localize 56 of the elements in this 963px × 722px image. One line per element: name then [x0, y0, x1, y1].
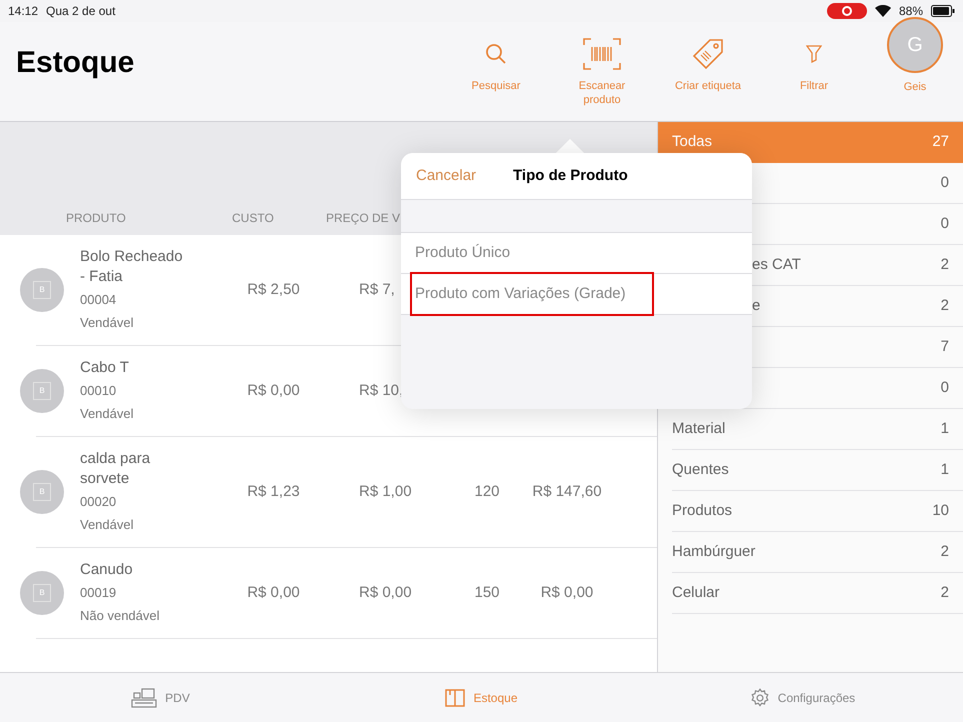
search-icon — [484, 42, 508, 66]
category-item[interactable]: Hambúrguer 2 — [672, 532, 963, 573]
product-status: Não vendável — [80, 607, 160, 625]
option-item[interactable]: Produto Único — [401, 233, 752, 274]
settings-icon — [750, 688, 770, 708]
battery-icon — [931, 5, 955, 17]
total-cell-text: R$ 147,60 — [531, 482, 603, 502]
product-status: Vendável — [80, 314, 134, 332]
toolbar-button[interactable]: Pesquisar — [451, 32, 541, 92]
price-cell-text: R$ 7, — [359, 280, 395, 300]
product-name: Bolo Recheado - Fatia — [80, 247, 184, 287]
product-code: 00019 — [80, 584, 118, 602]
product-code: 00010 — [80, 382, 118, 400]
category-item[interactable]: Celular 2 — [672, 573, 963, 614]
wifi-icon — [874, 5, 891, 17]
quantity-cell-text: 120 — [473, 482, 501, 502]
price-cell-text: R$ 0,00 — [359, 582, 412, 603]
product-code: 00004 — [80, 291, 118, 309]
status-time: 14:12 — [8, 3, 38, 20]
cost-cell-text: R$ 0,00 — [246, 380, 301, 401]
product-name: calda para sorvete — [80, 449, 152, 489]
toolbar-button[interactable]: Escanear produto — [557, 32, 647, 106]
register-icon — [131, 688, 158, 708]
product-status: Vendável — [80, 516, 134, 534]
option-item[interactable]: Produto com Variações (Grade) — [401, 274, 752, 315]
category-item[interactable]: Produtos 10 — [672, 491, 963, 532]
toolbar-button[interactable]: Criar etiqueta — [663, 32, 753, 92]
cancel-button[interactable]: Cancelar — [416, 164, 476, 188]
product-status: Vendável — [80, 405, 134, 423]
battery-percent: 88% — [898, 3, 923, 20]
tab-button[interactable]: Configurações — [642, 688, 963, 708]
popover-title: Tipo de Produto — [513, 166, 628, 186]
product-code: 00020 — [80, 493, 118, 511]
column-header: PRODUTO — [66, 210, 127, 227]
tab-button[interactable]: PDV — [0, 688, 321, 708]
cost-cell-text: R$ 1,23 — [246, 482, 301, 502]
box-icon — [445, 688, 466, 706]
tag-icon — [692, 38, 724, 70]
cost-cell-text: R$ 0,00 — [246, 582, 301, 603]
page-title: Estoque — [16, 45, 134, 81]
column-header: PREÇO DE V — [326, 210, 400, 227]
product-name: Canudo — [80, 560, 134, 580]
quantity-cell-text: 150 — [473, 582, 501, 603]
product-name: Cabo T — [80, 358, 130, 378]
category-item[interactable]: Todas 27 — [658, 122, 963, 163]
price-cell-text: R$ 1,00 — [359, 482, 412, 502]
barcode-icon — [583, 38, 621, 70]
price-cell-text: R$ 10, — [359, 380, 404, 401]
category-item[interactable]: Quentes 1 — [672, 450, 963, 491]
filter-icon — [806, 44, 822, 62]
total-cell-text: R$ 0,00 — [540, 582, 594, 603]
cost-cell-text: R$ 2,50 — [246, 280, 301, 300]
column-header: CUSTO — [232, 210, 275, 227]
status-date: Qua 2 de out — [46, 3, 116, 20]
toolbar-button[interactable]: Filtrar — [769, 32, 859, 92]
tab-button[interactable]: Estoque — [321, 688, 642, 706]
